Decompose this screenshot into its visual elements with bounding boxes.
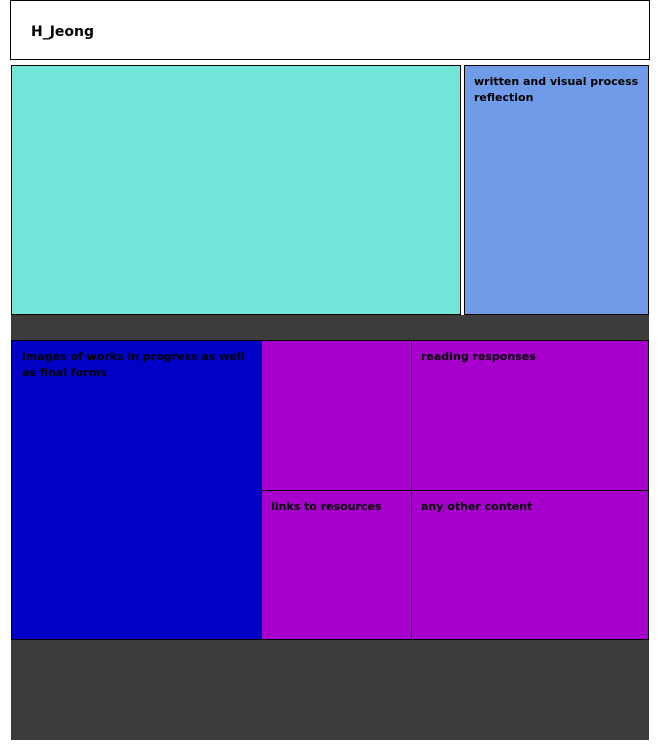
reflection-panel: written and visual process reflection [464,65,649,315]
links-panel: links to resources [261,490,412,640]
header-bar: H_Jeong [10,0,650,60]
page-title: H_Jeong [31,24,95,40]
reading-label: reading responses [421,350,536,363]
blank-panel [261,340,412,491]
reflection-label: written and visual process reflection [474,75,639,104]
images-label: images of works in progress as well as f… [22,350,245,379]
hero-panel [11,65,461,315]
images-panel: images of works in progress as well as f… [11,340,262,640]
other-content-panel: any other content [411,490,649,640]
other-content-label: any other content [421,500,533,513]
links-label: links to resources [271,500,382,513]
reading-panel: reading responses [411,340,649,491]
